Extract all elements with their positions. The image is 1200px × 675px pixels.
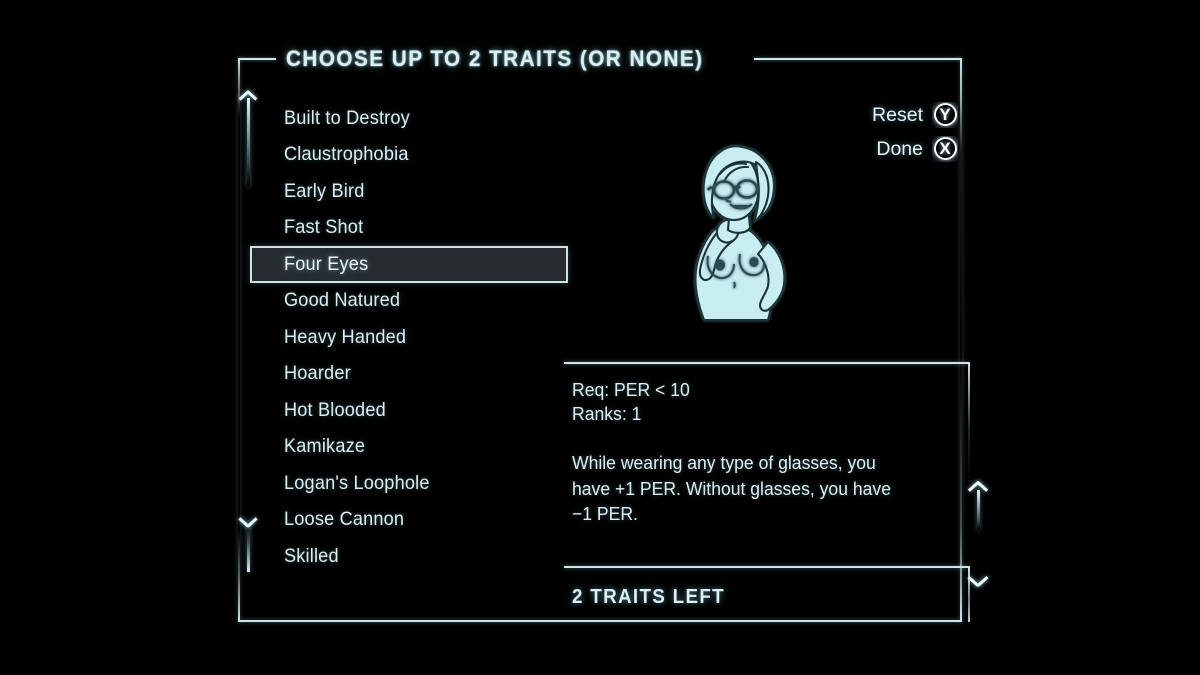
trait-description-text: While wearing any type of glasses, you h… <box>572 452 891 524</box>
title-rule-right <box>753 58 962 60</box>
trait-label: Logan's Loophole <box>284 471 430 494</box>
list-item[interactable]: Loose Cannon <box>250 502 568 539</box>
trait-character-portrait <box>664 134 804 329</box>
gamepad-y-button-icon: Y <box>932 102 958 128</box>
trait-label: Hoarder <box>284 362 351 385</box>
trait-description-panel: Req: PER < 10 Ranks: 1 While wearing any… <box>564 362 980 548</box>
list-item[interactable]: Hot Blooded <box>250 392 568 429</box>
list-item[interactable]: Claustrophobia <box>250 137 568 174</box>
list-item[interactable]: Logan's Loophole <box>250 465 568 502</box>
list-item[interactable]: Hoarder <box>250 356 568 393</box>
trait-label: Early Bird <box>284 179 365 202</box>
list-item[interactable]: Good Natured <box>250 283 568 320</box>
title-rule-left <box>238 58 276 60</box>
dialog-title-row: CHOOSE UP TO 2 TRAITS (OR NONE) <box>238 46 962 71</box>
trait-label: Good Natured <box>284 289 401 312</box>
choose-traits-dialog: CHOOSE UP TO 2 TRAITS (OR NONE) Built to… <box>238 46 980 622</box>
game-screen: CHOOSE UP TO 2 TRAITS (OR NONE) Built to… <box>0 0 1200 675</box>
trait-label: Skilled <box>284 544 339 567</box>
trait-list[interactable]: Built to Destroy Claustrophobia Early Bi… <box>250 100 568 580</box>
status-bar: 2 TRAITS LEFT <box>564 566 972 622</box>
reset-label: Reset <box>872 103 923 126</box>
done-label: Done <box>876 137 923 160</box>
gamepad-x-button-icon: X <box>932 136 958 162</box>
list-item[interactable]: Built to Destroy <box>250 100 568 137</box>
trait-label: Kamikaze <box>284 435 366 458</box>
status-right-border <box>968 566 970 622</box>
traits-left-status: 2 TRAITS LEFT <box>572 585 725 608</box>
status-top-border <box>564 566 968 568</box>
detail-column: Reset Y Done X Req: PER < 10 Ranks: 1 Wh… <box>564 88 980 622</box>
action-buttons: Reset Y Done X <box>788 98 958 166</box>
trait-label: Hot Blooded <box>284 398 386 421</box>
description-top-border <box>564 362 968 364</box>
trait-label: Claustrophobia <box>284 143 409 166</box>
list-item[interactable]: Kamikaze <box>250 429 568 466</box>
done-button[interactable]: Done X <box>788 132 958 166</box>
list-item-selected[interactable]: Four Eyes <box>250 246 568 283</box>
button-glyph: X <box>939 139 951 158</box>
trait-ranks: Ranks: 1 <box>572 403 642 424</box>
trait-label: Heavy Handed <box>284 325 407 348</box>
page-title: CHOOSE UP TO 2 TRAITS (OR NONE) <box>286 46 704 71</box>
list-item[interactable]: Skilled <box>250 538 568 575</box>
trait-label: Loose Cannon <box>284 508 405 531</box>
scroll-track <box>977 490 980 530</box>
list-item[interactable]: Heavy Handed <box>250 319 568 356</box>
trait-label: Four Eyes <box>284 252 369 275</box>
trait-label: Built to Destroy <box>284 106 410 129</box>
button-glyph: Y <box>939 105 951 124</box>
list-item[interactable]: Early Bird <box>250 173 568 210</box>
description-right-border <box>968 362 970 482</box>
description-body: Req: PER < 10 Ranks: 1 While wearing any… <box>572 378 932 527</box>
trait-requirement: Req: PER < 10 <box>572 379 690 400</box>
list-item[interactable]: Fast Shot <box>250 210 568 247</box>
reset-button[interactable]: Reset Y <box>788 98 958 132</box>
trait-label: Fast Shot <box>284 216 364 239</box>
